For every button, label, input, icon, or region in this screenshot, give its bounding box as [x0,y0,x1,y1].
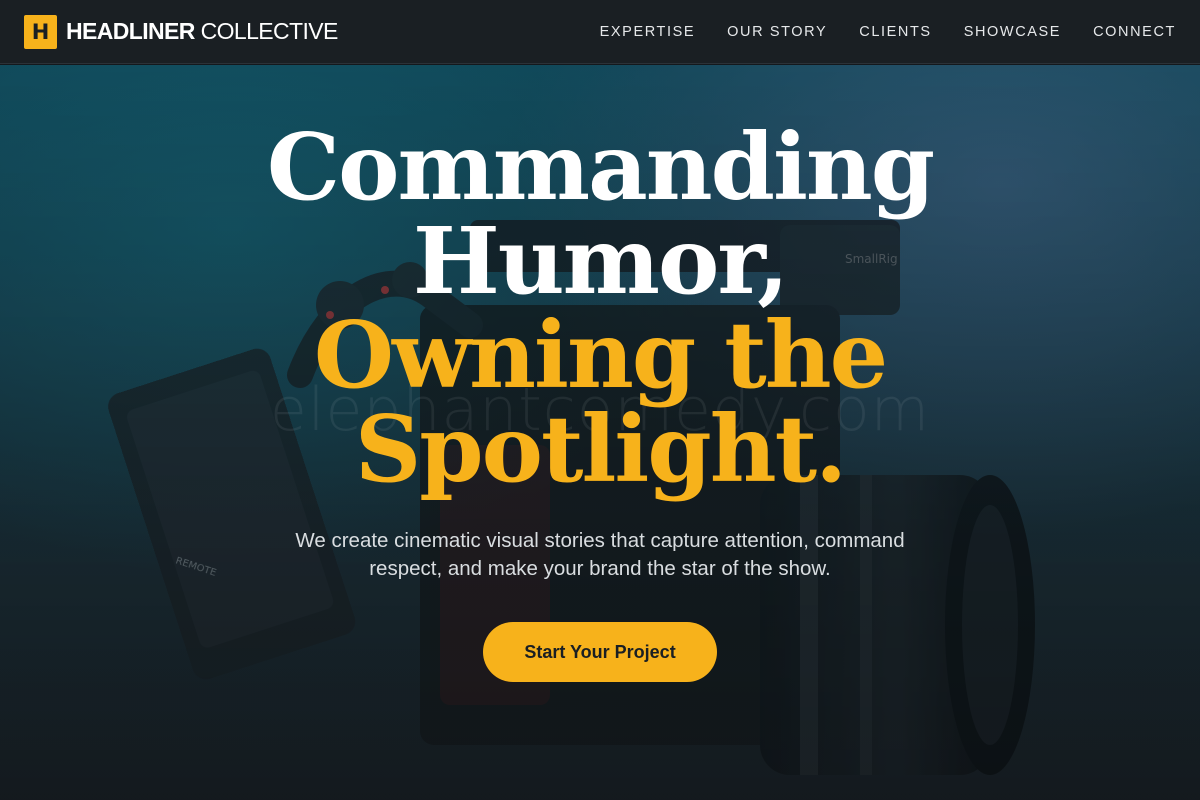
hero-headline: Commanding Humor, Owning the Spotlight. [0,120,1200,496]
hero-subtext: We create cinematic visual stories that … [0,527,1200,583]
hero-section: REMOTESmallRig elephantcomedy.com Comman… [0,65,1200,800]
brand-name-bold: HEADLINER [66,18,195,44]
nav-link-showcase[interactable]: SHOWCASE [964,24,1061,40]
hero-subtext-line-2: respect, and make your brand the star of… [369,557,831,580]
nav-link-clients[interactable]: CLIENTS [859,24,931,40]
nav-link-connect[interactable]: CONNECT [1093,24,1176,40]
headline-line-3: Owning the [313,301,888,409]
top-navbar: H HEADLINER COLLECTIVE EXPERTISE OUR STO… [0,0,1200,64]
brand-name-light: COLLECTIVE [194,18,339,44]
hero-subtext-line-1: We create cinematic visual stories that … [295,529,905,552]
logo-letter: H [31,19,50,44]
logo-badge: H [24,14,57,49]
start-project-button[interactable]: Start Your Project [483,622,717,682]
main-menu: EXPERTISE OUR STORY CLIENTS SHOWCASE CON… [568,24,1176,40]
headline-line-2: Humor, [412,207,789,315]
headline-line-1: Commanding [266,113,935,221]
nav-link-expertise[interactable]: EXPERTISE [600,24,696,40]
brand-name: HEADLINER COLLECTIVE [66,18,338,45]
headline-line-4: Spotlight. [354,395,847,503]
nav-link-our-story[interactable]: OUR STORY [727,24,827,40]
brand-logo-link[interactable]: H HEADLINER COLLECTIVE [24,14,338,49]
